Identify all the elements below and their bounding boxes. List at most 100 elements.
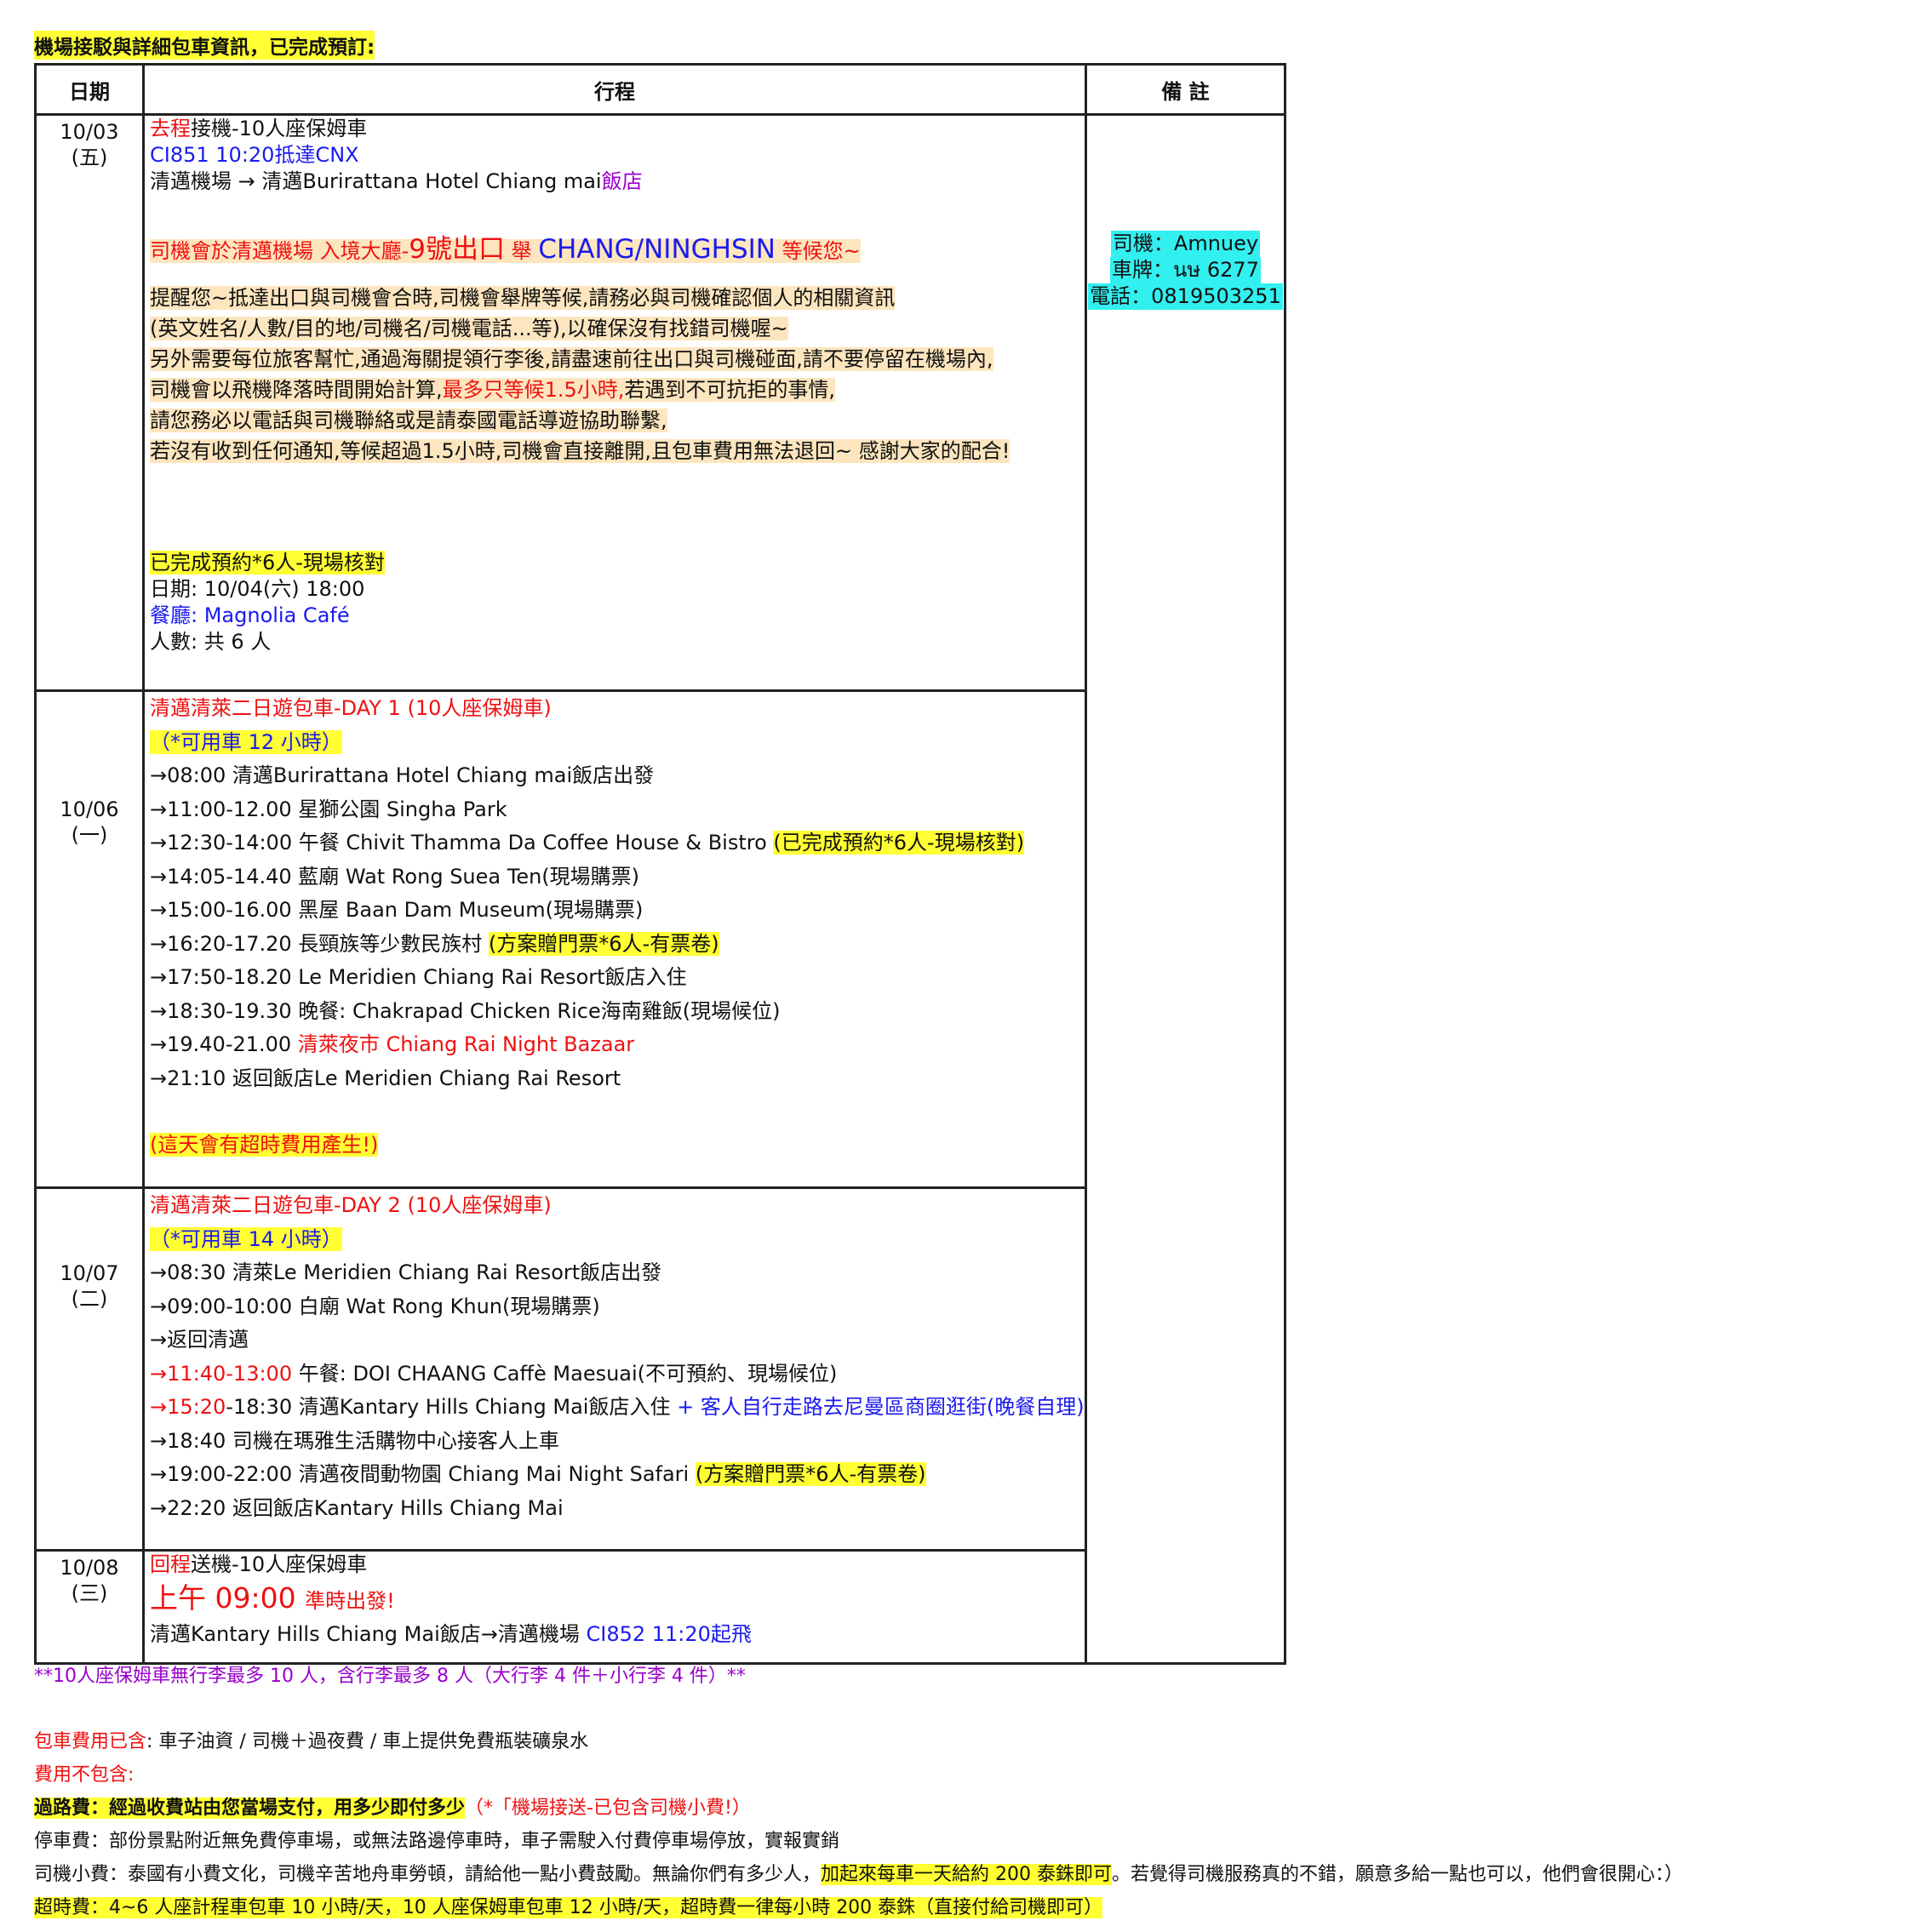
weekday-label: (三) [71,1581,108,1605]
lunch-time: 11:40-13:00 [167,1361,293,1386]
itinerary-item: →18:40 司機在瑪雅生活購物中心接客人上車 [150,1428,559,1453]
itinerary-item: →返回清邁 [150,1328,249,1352]
reminder-line: 若遇到不可抗拒的事情, [624,378,836,402]
transfer-route-hotel: 飯店 [601,169,643,193]
overtime-warning: (這天會有超時費用產生!) [150,1133,379,1157]
meet-waiting: 等候您~ [775,239,861,263]
transfer-route: 清邁機場 → 清邁Burirattana Hotel Chiang mai [150,169,602,193]
ticket-badge: (方案贈門票*6人-有票卷) [695,1462,926,1486]
notes-cell: 司機：Amnuey 車牌：นษ 6277 電話：0819503251 [1085,113,1286,1665]
reminder-line: 請您務必以電話與司機聯絡或是請泰國電話導遊協助聯繫, [150,409,667,432]
usable-hours: （*可用車 12 小時） [150,729,342,754]
departure-flight: CI852 11:20起飛 [586,1622,752,1646]
table-row: 10/03 (五) 去程接機-10人座保姆車 CI851 10:20抵達CNX … [34,113,1286,1665]
weekday-label: (五) [71,146,108,169]
itinerary-table: 日期 行程 備 註 10/03 (五) 去程接機-10人座保姆車 CI851 1… [34,63,1286,1665]
toll-fee-note: （*「機場接送-已包含司機小費!） [465,1798,751,1819]
driver-tip-extra: 。若覺得司機服務真的不錯，願意多給一點也可以，他們會很開心：） [1112,1864,1684,1885]
itinerary-item: →08:30 清萊Le Meridien Chiang Rai Resort飯店… [150,1260,662,1284]
driver-plate: 車牌：นษ 6277 [1110,257,1261,283]
return-label: 回程 [150,1552,191,1576]
arrow: → [150,1395,168,1419]
footer-notes: **10人座保姆車無行李最多 10 人，含行李最多 8 人（大行李 4 件＋小行… [34,1660,1683,1924]
itinerary-item: -18:30 清邁Kantary Hills Chiang Mai飯店入住 [226,1395,678,1419]
booking-confirmation-heading: 機場接駁與詳細包車資訊，已完成預訂: [34,31,375,60]
reminder-line: 另外需要每位旅客幫忙,通過海關提領行李後,請盡速前往出口與司機碰面,請不要停留在… [150,347,993,371]
driver-tip: 司機小費：泰國有小費文化，司機辛苦地舟車勞頓，請給他一點小費鼓勵。無論你們有多少… [34,1864,822,1885]
arrival-flight: CI851 10:20抵達CNX [150,143,359,167]
itinerary-item: →19:00-22:00 清邁夜間動物園 Chiang Mai Night Sa… [150,1462,696,1486]
itinerary-item: →15:00-16.00 黑屋 Baan Dam Museum(現場購票) [150,898,644,922]
itinerary-item: →09:00-10:00 白廟 Wat Rong Khun(現場購票) [150,1294,600,1318]
itinerary-item: →21:10 返回飯店Le Meridien Chiang Rai Resort [150,1066,621,1090]
itinerary-cell: 清邁清萊二日遊包車-DAY 1 (10人座保姆車) （*可用車 12 小時） →… [142,689,1087,1189]
dropoff-route: 清邁Kantary Hills Chiang Mai飯店→清邁機場 [150,1622,587,1646]
max-wait-warning: 最多只等候1.5小時, [442,378,625,402]
reservation-restaurant-label: 餐廳 [150,603,191,627]
date-cell: 10/06 (一) [34,689,145,1189]
driver-phone: 電話：0819503251 [1088,283,1283,310]
weekday-label: (一) [71,822,108,847]
parking-fee: 停車費：部份景點附近無免費停車場，或無法路邊停車時，車子需駛入付費停車場停放，實… [34,1831,840,1852]
date-cell: 10/03 (五) [34,113,145,692]
itinerary-item: →17:50-18.20 Le Meridien Chiang Rai Reso… [150,965,687,989]
reservation-badge: (已完成預約*6人-現場核對) [773,831,1025,855]
day-title: 清邁清萊二日遊包車-DAY 1 (10人座保姆車) [150,696,552,720]
reservation-restaurant: : Magnolia Café [191,603,350,627]
reminder-line: (英文姓名/人數/目的地/司機名/司機電話...等),以確保沒有找錯司機喔~ [150,317,788,340]
itinerary-item: →22:20 返回飯店Kantary Hills Chiang Mai [150,1495,564,1520]
ticket-badge: (方案贈門票*6人-有票卷) [488,931,719,956]
weekday-label: (二) [71,1286,108,1311]
included-label: 包車費用已含 [34,1731,147,1752]
dropoff-vehicle-text: 送機-10人座保姆車 [191,1552,368,1576]
night-market: 清萊夜市 Chiang Rai Night Bazaar [297,1032,635,1056]
driver-tip-amount: 加起來每車一天給約 200 泰銖即可 [821,1864,1112,1885]
usable-hours: （*可用車 14 小時） [150,1226,342,1251]
meet-instruction: 司機會於清邁機場 入境大廳- [150,239,409,263]
meet-sign: 舉 [505,239,539,263]
itinerary-item: 午餐: DOI CHAANG Caffè Maesuai(不可預約、現場候位) [292,1361,838,1386]
date-label: 10/07 [60,1260,119,1285]
day-title: 清邁清萊二日遊包車-DAY 2 (10人座保姆車) [150,1193,552,1217]
reservation-date: 日期: 10/04(六) 18:00 [150,577,365,601]
checkin-time: 15:20 [167,1395,226,1419]
table-header-row: 日期 行程 備 註 [34,63,1286,116]
header-notes: 備 註 [1085,63,1286,116]
reminder-line: 提醒您~抵達出口與司機會合時,司機會舉牌等候,請務必與司機確認個人的相關資訊 [150,286,896,310]
itinerary-item: →14:05-14.40 藍廟 Wat Rong Suea Ten(現場購票) [150,864,640,889]
itinerary-cell: 清邁清萊二日遊包車-DAY 2 (10人座保姆車) （*可用車 14 小時） →… [142,1186,1087,1552]
pickup-vehicle-text: 接機-10人座保姆車 [191,117,368,140]
header-date: 日期 [34,63,145,116]
itinerary-item: →08:00 清邁Burirattana Hotel Chiang mai飯店出… [150,763,655,787]
driver-name: 司機：Amnuey [1110,231,1261,257]
date-cell: 10/08 (三) [34,1549,145,1665]
itinerary-item: →19.40-21.00 [150,1032,298,1056]
meet-name: CHANG/NINGHSIN [538,234,776,265]
itinerary-cell: 回程送機-10人座保姆車 上午 09:00 準時出發! 清邁Kantary Hi… [142,1549,1087,1665]
itinerary-item: →18:30-19.30 晚餐: Chakrapad Chicken Rice海… [150,998,781,1023]
included-items: : 車子油資 / 司機＋過夜費 / 車上提供免費瓶裝礦泉水 [146,1731,589,1752]
free-time-note: + 客人自行走路去尼曼區商圈逛街(晚餐自理) [677,1395,1085,1419]
date-label: 10/08 [60,1556,119,1580]
reservation-people: 人數: 共 6 人 [150,630,272,654]
itinerary-item: →16:20-17.20 長頸族等少數民族村 [150,931,489,956]
reminder-line: 若沒有收到任何通知,等候超過1.5小時,司機會直接離開,且包車費用無法退回~ 感… [150,439,1011,463]
outbound-label: 去程 [150,117,191,140]
itinerary-item: →12:30-14:00 午餐 Chivit Thamma Da Coffee … [150,831,774,855]
excluded-label: 費用不包含: [34,1764,135,1786]
toll-fee: 過路費：經過收費站由您當場支付，用多少即付多少 [34,1798,466,1819]
on-time-note: 準時出發! [305,1589,395,1613]
reminder-line: 司機會以飛機降落時間開始計算, [150,378,443,402]
date-label: 10/06 [60,797,119,821]
itinerary-cell: 去程接機-10人座保姆車 CI851 10:20抵達CNX 清邁機場 → 清邁B… [142,113,1087,692]
reservation-status: 已完成預約*6人-現場核對 [150,551,385,574]
meet-exit: 9號出口 [409,234,506,265]
date-cell: 10/07 (二) [34,1186,145,1552]
overtime-fee: 超時費：4~6 人座計程車包車 10 小時/天，10 人座保姆車包車 12 小時… [34,1897,1103,1918]
luggage-note: **10人座保姆車無行李最多 10 人，含行李最多 8 人（大行李 4 件＋小行… [34,1666,746,1687]
departure-time: 上午 09:00 [150,1581,306,1615]
arrow: → [150,1361,168,1386]
header-itinerary: 行程 [142,63,1087,116]
date-label: 10/03 [60,120,119,144]
itinerary-item: →11:00-12.00 星獅公園 Singha Park [150,797,507,821]
